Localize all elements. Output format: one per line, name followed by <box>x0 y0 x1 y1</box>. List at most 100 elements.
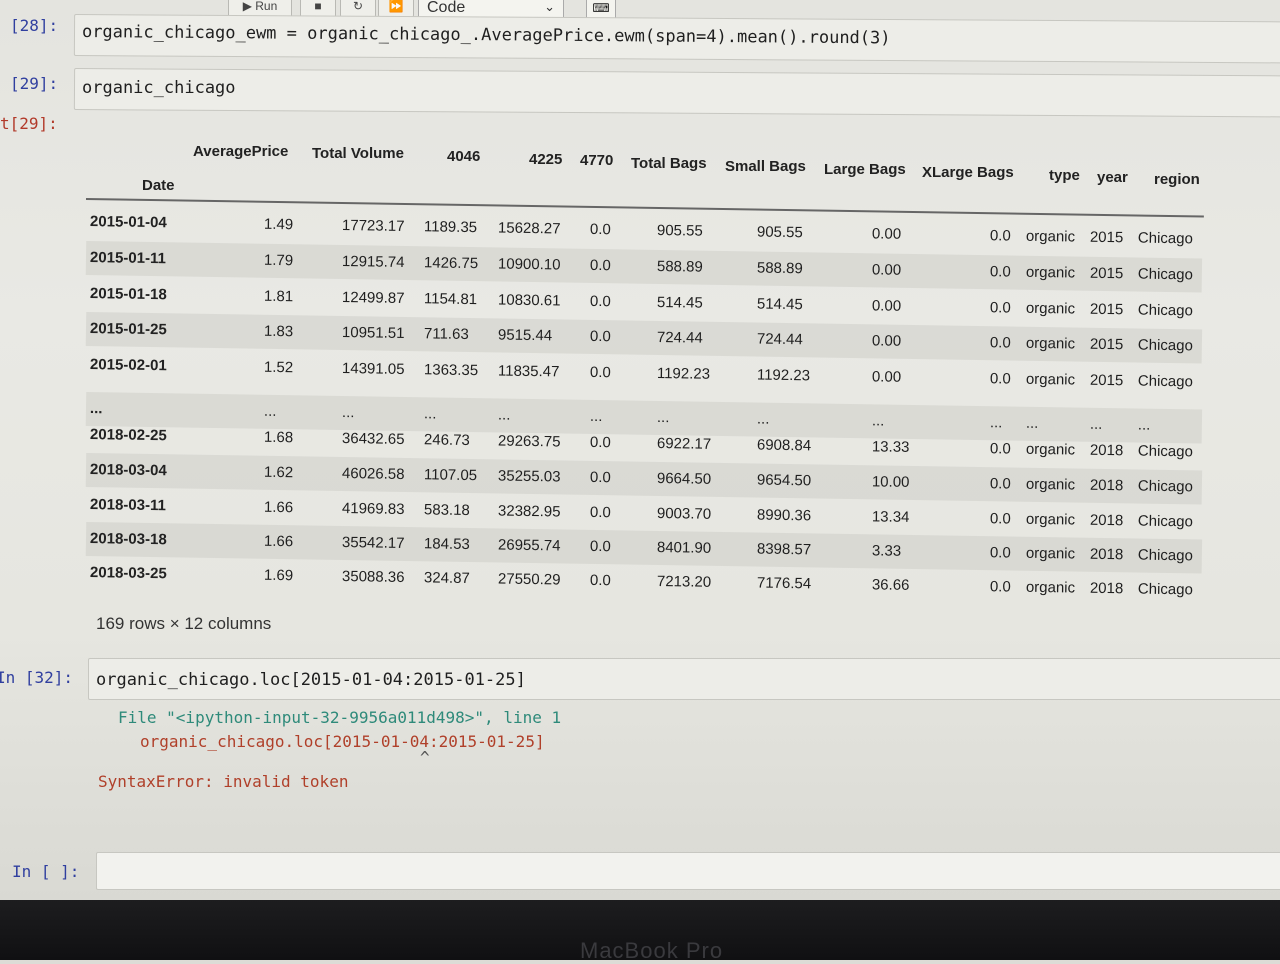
column-header: 4770 <box>580 152 614 169</box>
table-cell: 32382.95 <box>497 502 561 521</box>
table-cell: Chicago <box>1137 301 1194 320</box>
table-cell: 2018 <box>1089 511 1124 530</box>
column-header: year <box>1097 169 1128 186</box>
row-index-date: 2015-01-11 <box>89 249 167 268</box>
table-cell: Chicago <box>1137 512 1194 531</box>
column-header: Total Volume <box>312 145 404 162</box>
table-cell: 1.83 <box>263 322 294 341</box>
column-header: Large Bags <box>824 161 906 178</box>
table-cell: 10.00 <box>871 473 910 491</box>
table-cell: organic <box>1025 299 1076 318</box>
chevron-down-icon: ⌄ <box>544 0 555 14</box>
table-cell: 246.73 <box>423 431 470 450</box>
table-cell: 27550.29 <box>497 570 561 589</box>
column-header: AveragePrice <box>193 143 289 160</box>
table-cell: 324.87 <box>423 569 470 588</box>
table-cell: organic <box>1025 440 1076 459</box>
table-cell: 0.0 <box>989 299 1011 317</box>
table-cell: 1.66 <box>263 498 294 517</box>
table-cell: 514.45 <box>656 293 703 312</box>
table-cell: ... <box>756 410 770 428</box>
index-header: Date <box>142 177 175 194</box>
table-cell: 14391.05 <box>341 360 405 379</box>
table-cell: 9515.44 <box>497 326 553 345</box>
table-cell: 3.33 <box>871 542 902 560</box>
table-cell: 2015 <box>1089 335 1124 354</box>
empty-code-cell-input[interactable] <box>96 852 1280 890</box>
table-cell: 0.0 <box>589 327 611 346</box>
table-cell: 6908.84 <box>756 436 812 455</box>
table-cell: 10830.61 <box>497 291 561 310</box>
table-cell: 7213.20 <box>656 572 712 591</box>
table-cell: 2015 <box>1089 228 1124 247</box>
table-cell: 1.79 <box>263 251 294 270</box>
table-cell: 0.0 <box>989 544 1011 562</box>
code-cell-input[interactable] <box>73 68 1280 118</box>
table-cell: 9654.50 <box>756 471 812 490</box>
table-cell: 1.66 <box>263 532 294 551</box>
table-cell: 1.49 <box>263 215 294 234</box>
table-cell: 724.44 <box>656 328 703 347</box>
table-cell: ... <box>423 405 437 423</box>
table-cell: organic <box>1025 334 1076 353</box>
laptop-brand-label: MacBook Pro <box>580 938 724 963</box>
table-cell: 583.18 <box>423 501 470 520</box>
table-cell: 9003.70 <box>656 504 712 523</box>
table-cell: 0.0 <box>989 334 1011 352</box>
table-cell: 2018 <box>1089 545 1124 564</box>
table-cell: 2015 <box>1089 371 1124 390</box>
table-cell: 2015 <box>1089 264 1124 283</box>
table-cell: 17723.17 <box>341 217 405 236</box>
table-cell: Chicago <box>1137 580 1194 599</box>
table-cell: ... <box>1025 414 1039 432</box>
table-cell: 1189.35 <box>423 218 478 237</box>
jupyter-notebook-screen: ▶ Run ■ ↻ ⏩ Code ⌄ ⌨ M [28]: organic_chi… <box>0 0 1280 900</box>
row-index-date: 2015-01-04 <box>89 213 167 232</box>
table-cell: organic <box>1025 227 1076 246</box>
table-cell: 13.33 <box>871 438 910 456</box>
column-header: type <box>1049 167 1080 184</box>
table-cell: 1.68 <box>263 428 294 447</box>
table-cell: 36.66 <box>871 576 910 594</box>
cell-prompt: In [32]: <box>0 668 74 687</box>
table-cell: organic <box>1025 578 1076 597</box>
column-header: Total Bags <box>631 155 707 172</box>
table-cell: 0.0 <box>989 578 1011 596</box>
stop-icon: ■ <box>314 0 322 13</box>
code-line: organic_chicago <box>82 78 236 98</box>
output-prompt: t[29]: <box>0 114 58 133</box>
table-cell: 10900.10 <box>497 255 561 274</box>
run-icon: ▶ <box>242 0 256 13</box>
table-cell: organic <box>1025 263 1076 282</box>
row-index-date: ... <box>89 400 103 418</box>
table-cell: ... <box>341 404 355 422</box>
row-index-date: 2015-02-01 <box>89 356 167 375</box>
table-cell: 10951.51 <box>341 324 405 343</box>
table-cell: 2018 <box>1089 579 1124 598</box>
row-index-date: 2018-03-25 <box>89 564 167 583</box>
table-cell: 8401.90 <box>656 538 712 557</box>
laptop-bezel: MacBook Pro <box>0 900 1280 963</box>
code-line: organic_chicago.loc[2015-01-04:2015-01-2… <box>96 670 526 690</box>
table-cell: 1363.35 <box>423 361 479 380</box>
table-cell: Chicago <box>1137 265 1194 284</box>
table-cell: 35255.03 <box>497 467 561 486</box>
table-cell: 905.55 <box>656 221 703 240</box>
table-cell: 0.0 <box>589 537 611 556</box>
table-cell: Chicago <box>1137 372 1194 391</box>
table-cell: 35088.36 <box>341 568 405 587</box>
row-index-date: 2018-03-04 <box>89 461 167 480</box>
table-cell: 29263.75 <box>497 432 561 451</box>
table-cell: 0.0 <box>589 220 611 239</box>
restart-icon: ↻ <box>352 0 364 13</box>
table-cell: 0.0 <box>589 292 611 311</box>
table-cell: 0.0 <box>589 468 611 487</box>
cell-prompt: In [ ]: <box>12 862 80 881</box>
traceback-caret: ^ <box>420 748 430 767</box>
table-cell: 46026.58 <box>341 465 405 484</box>
table-cell: 1192.23 <box>656 364 711 383</box>
table-cell: ... <box>497 406 511 424</box>
table-cell: ... <box>1137 416 1151 434</box>
table-cell: 0.0 <box>989 440 1011 458</box>
table-cell: 12915.74 <box>341 253 405 272</box>
